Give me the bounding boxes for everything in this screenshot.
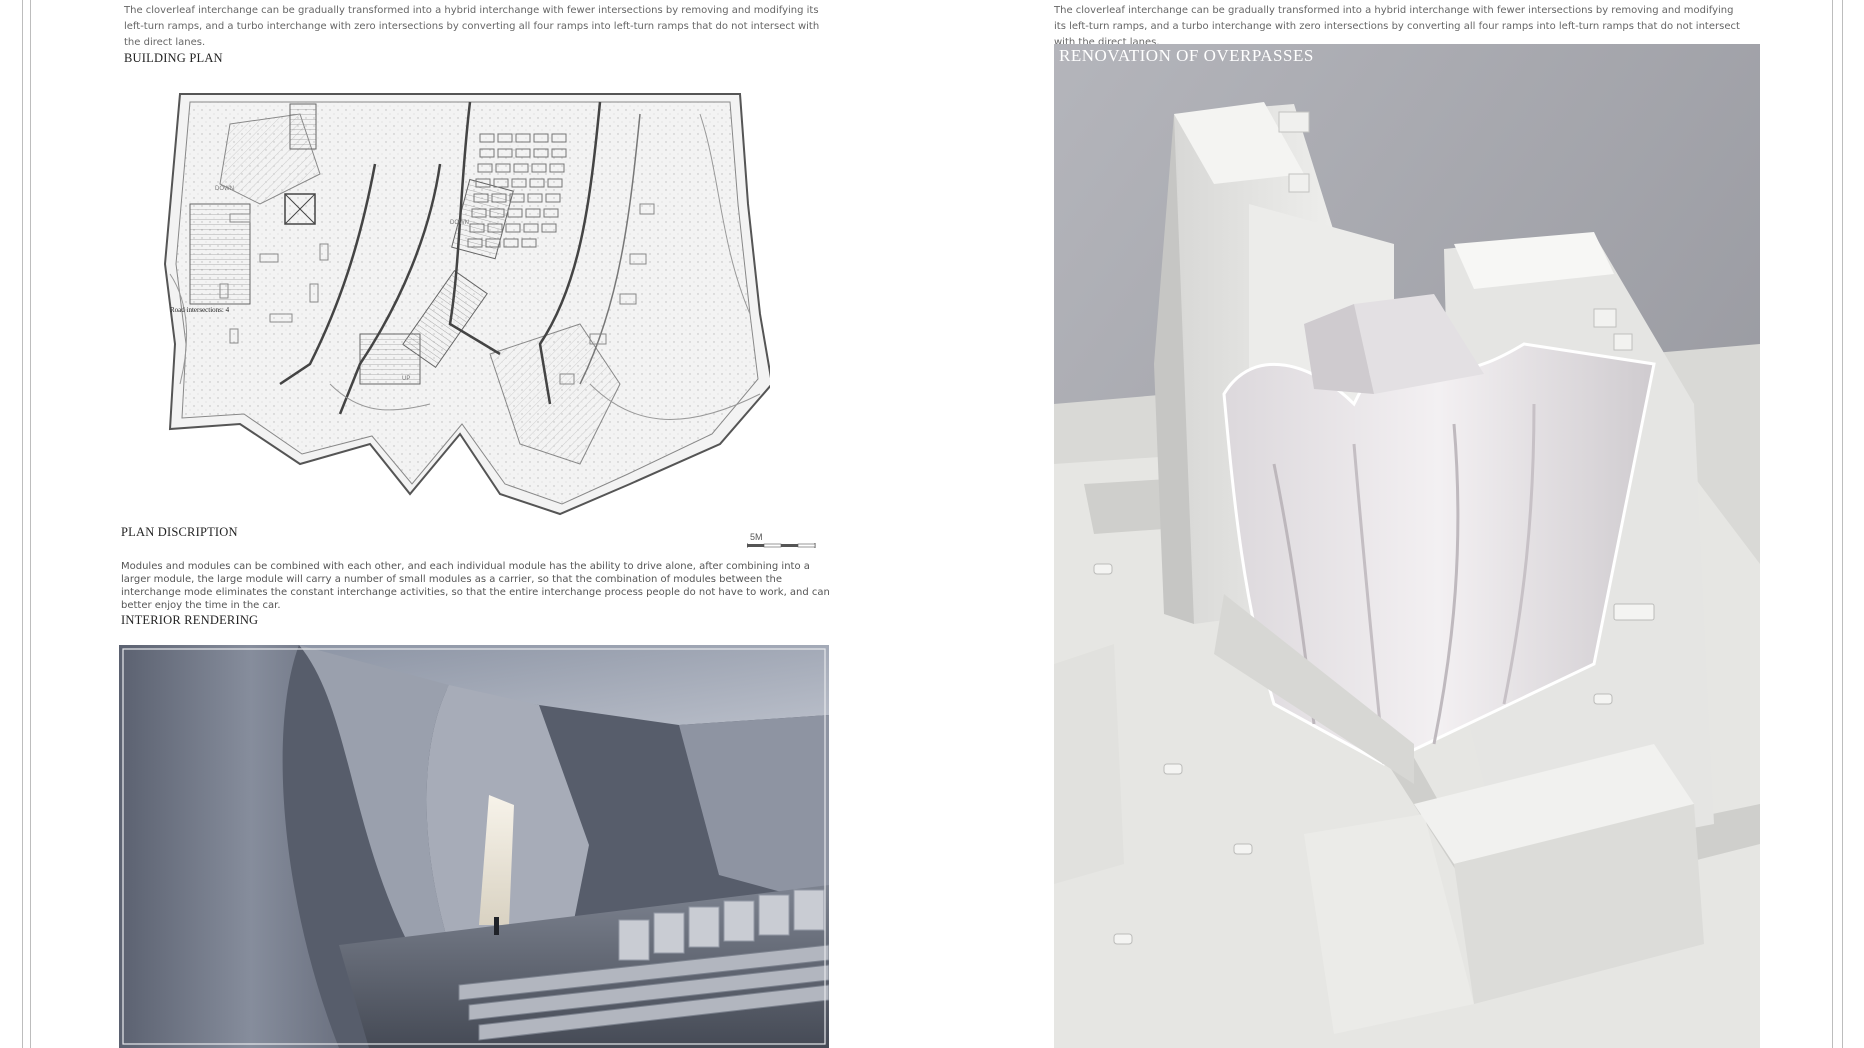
plan-label-down-2: DOWN	[450, 220, 469, 226]
photo-title: RENOVATION OF OVERPASSES	[1059, 46, 1314, 65]
interior-rendering-image	[119, 645, 829, 1048]
page-frame-left-inner	[30, 0, 31, 1048]
plan-label-road-intersections: Road intersections: 4	[170, 306, 230, 314]
scale-bar: 5M	[747, 532, 817, 552]
interior-rendering-heading: INTERIOR RENDERING	[121, 613, 259, 627]
left-intro-text: The cloverleaf interchange can be gradua…	[124, 5, 820, 48]
plan-description-heading: PLAN DISCRIPTION	[121, 525, 238, 539]
plan-description-text: Modules and modules can be combined with…	[121, 561, 830, 611]
building-plan-heading: BUILDING PLAN	[124, 51, 223, 65]
renovation-model-photo: RENOVATION OF OVERPASSES	[1054, 44, 1760, 1048]
plan-label-down-1: DOWN	[215, 186, 234, 192]
building-plan-drawing: DOWN DOWN UP Road intersections: 4	[160, 84, 774, 524]
page-frame-left-outer	[22, 0, 23, 1048]
page-frame-right-outer	[1842, 0, 1843, 1048]
plan-label-up: UP	[402, 376, 410, 382]
page-frame-right-inner	[1832, 0, 1833, 1048]
